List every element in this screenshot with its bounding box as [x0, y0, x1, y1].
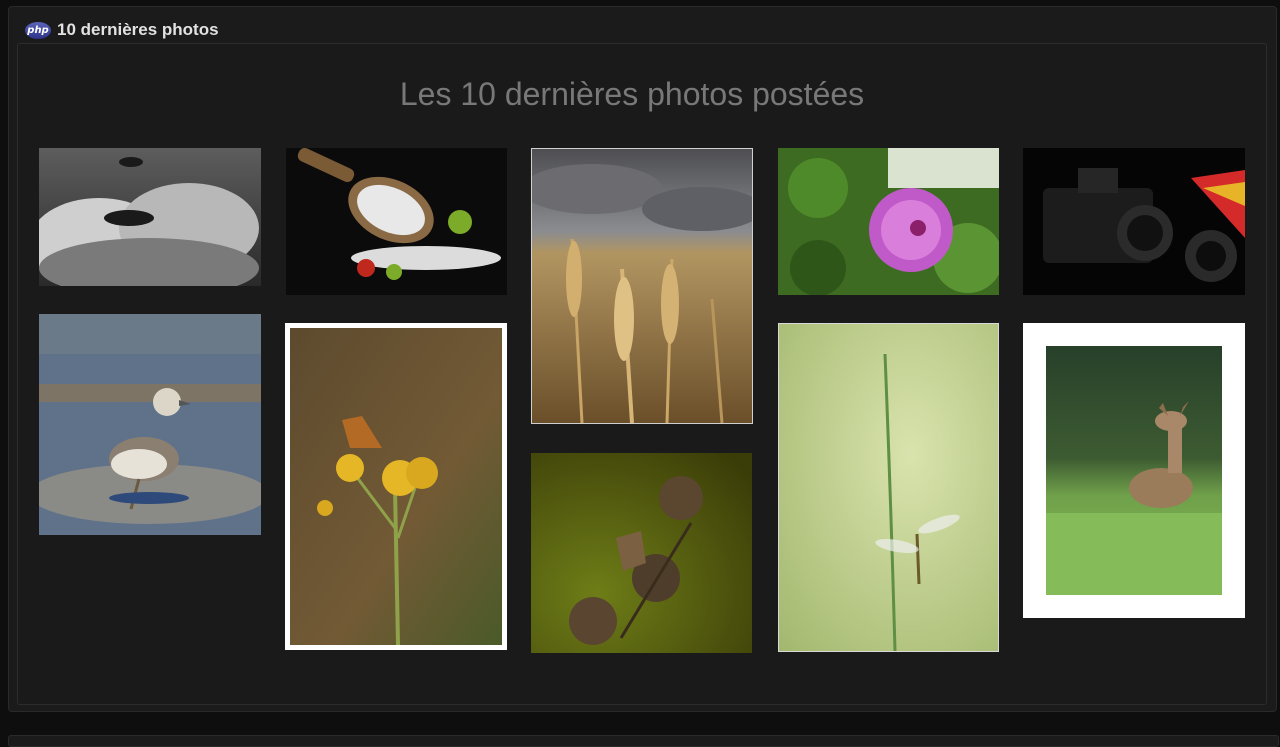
photo-camera[interactable]	[1023, 148, 1245, 295]
photo-wheat[interactable]	[531, 148, 753, 424]
photo-burdock-bug[interactable]	[531, 453, 752, 653]
photo-clouds[interactable]	[39, 148, 261, 286]
panel-title: 10 dernières photos	[57, 20, 219, 39]
photo-duckling[interactable]	[39, 314, 261, 535]
photo-deer[interactable]	[1023, 323, 1245, 618]
photo-pink-flower[interactable]	[778, 148, 999, 295]
panel-header: php 10 dernières photos	[25, 19, 219, 41]
photo-butterfly[interactable]	[285, 323, 507, 650]
gallery-heading: Les 10 dernières photos postées	[399, 76, 865, 112]
photo-dragonfly[interactable]	[778, 323, 999, 652]
photo-salt-scoop[interactable]	[286, 148, 507, 295]
php-icon: php	[25, 21, 51, 39]
next-panel-edge	[8, 735, 1279, 747]
